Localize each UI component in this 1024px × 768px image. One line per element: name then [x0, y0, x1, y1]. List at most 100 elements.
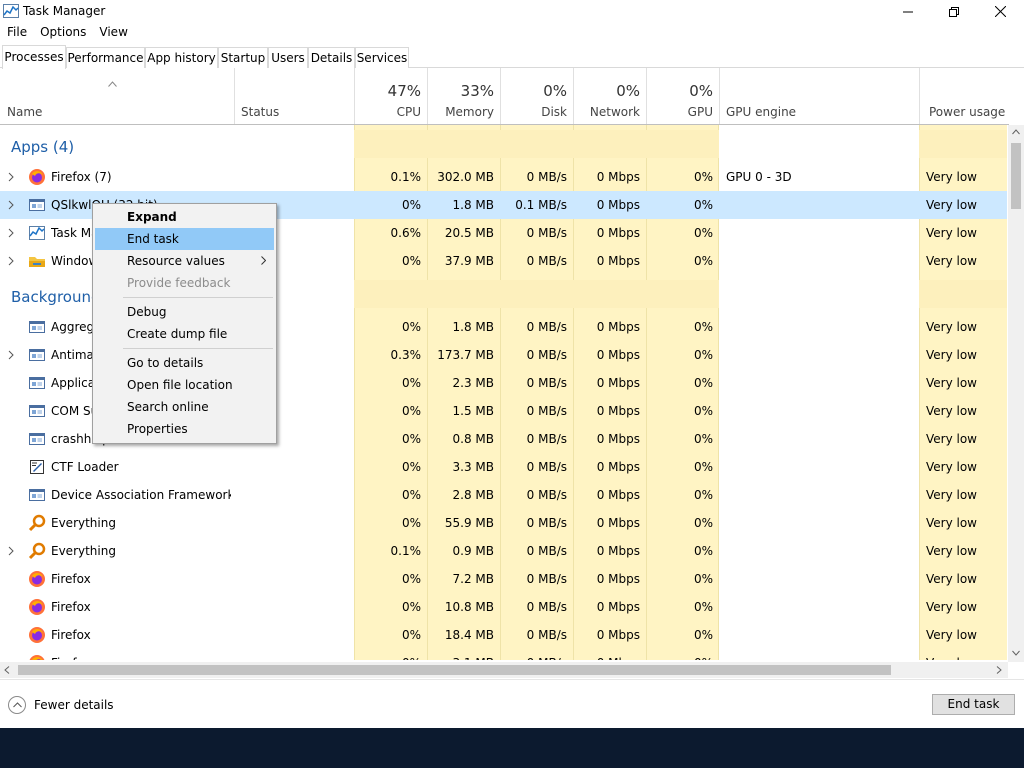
cell-power: Very low — [926, 348, 977, 362]
background-process-row[interactable]: Device Association Framework ... 0% 2.8 MB… — [0, 481, 1007, 509]
minimize-button[interactable] — [885, 0, 931, 23]
tab-startup[interactable]: Startup — [218, 47, 268, 68]
background-process-row[interactable]: Firefox 0% 18.4 MB 0 MB/s 0 Mbps 0% Very low — [0, 621, 1007, 649]
menu-options[interactable]: Options — [33, 23, 92, 43]
cell-cpu: 0.6% — [390, 226, 422, 240]
group-heat-band — [919, 280, 1007, 308]
chevron-right-icon[interactable] — [8, 200, 14, 210]
horizontal-scroll-thumb[interactable] — [18, 665, 891, 675]
vertical-scroll-thumb[interactable] — [1011, 143, 1021, 209]
tab-performance[interactable]: Performance — [66, 47, 145, 68]
cell-mem: 3.1 MB — [427, 649, 500, 660]
cell-gpu: 0% — [693, 516, 713, 530]
scroll-up-icon[interactable] — [1012, 129, 1020, 135]
vertical-scrollbar[interactable] — [1008, 125, 1024, 662]
tab-users[interactable]: Users — [268, 47, 308, 68]
cell-net: 0 Mbps — [596, 226, 640, 240]
scroll-left-icon[interactable] — [4, 666, 10, 674]
chevron-right-icon[interactable] — [8, 256, 14, 266]
chevron-right-icon[interactable] — [8, 350, 14, 360]
cell-cpu: 0% — [401, 320, 421, 334]
chevron-right-icon[interactable] — [8, 546, 14, 556]
background-process-row[interactable]: CTF Loader 0% 3.3 MB 0 MB/s 0 Mbps 0% Very low — [0, 453, 1007, 481]
cell-net: 0 Mbps — [596, 488, 640, 502]
header-network[interactable]: 0% Network — [573, 68, 646, 124]
process-name: Device Association Framework ... — [51, 488, 231, 502]
menu-item-create-dump-file[interactable]: Create dump file — [95, 323, 274, 345]
header-gpu[interactable]: 0% GPU — [646, 68, 719, 124]
header-name[interactable]: Name — [0, 68, 234, 124]
taskbar — [0, 728, 1024, 768]
close-button[interactable] — [977, 0, 1023, 23]
menu-item-go-to-details[interactable]: Go to details — [95, 352, 274, 374]
process-name: Everything — [51, 544, 116, 558]
cell-engine — [726, 191, 916, 219]
tab-details[interactable]: Details — [308, 47, 355, 68]
cell-disk: 0 MB/s — [526, 254, 567, 268]
header-memory[interactable]: 33% Memory — [427, 68, 500, 124]
background-process-row[interactable]: Firefox 0% 10.8 MB 0 MB/s 0 Mbps 0% Very low — [0, 593, 1007, 621]
cell-mem: 1.8 MB — [452, 320, 494, 334]
chevron-right-icon[interactable] — [8, 172, 14, 182]
cell-gpu: 0% — [693, 320, 713, 334]
scroll-down-icon[interactable] — [1012, 650, 1020, 656]
scroll-right-icon[interactable] — [996, 666, 1002, 674]
cell-gpu: 0% — [693, 432, 713, 446]
horizontal-scrollbar[interactable] — [0, 662, 1008, 678]
tab-processes[interactable]: Processes — [2, 45, 66, 69]
fewer-details-toggle[interactable]: Fewer details — [8, 696, 114, 714]
header-gpu-engine[interactable]: GPU engine — [719, 68, 919, 124]
minimize-icon — [903, 11, 913, 12]
cell-disk: 0 MB/s — [526, 544, 567, 558]
window-title: Task Manager — [23, 4, 106, 18]
menu-item-search-online[interactable]: Search online — [95, 396, 274, 418]
footer-bar: Fewer details End task — [0, 679, 1024, 728]
cell-net: 0 Mbps — [596, 572, 640, 586]
cell-disk: 0 MB/s — [526, 460, 567, 474]
cell-disk: 0 MB/s — [526, 226, 567, 240]
process-name: Firefox — [51, 649, 231, 660]
cell-net: 0 Mbps — [596, 544, 640, 558]
app-row[interactable]: Firefox (7) 0.1% 302.0 MB 0 MB/s 0 Mbps 0% GPU… — [0, 163, 1007, 191]
menu-view[interactable]: View — [92, 23, 133, 43]
cell-net: 0 Mbps — [596, 432, 640, 446]
cell-mem: 37.9 MB — [444, 254, 494, 268]
menu-bar: File Options View — [0, 23, 134, 43]
cell-cpu: 0% — [401, 432, 421, 446]
menu-item-label: Create dump file — [127, 327, 228, 341]
menu-item-label: Provide feedback — [127, 276, 231, 290]
tab-strip: Processes Performance App history Startu… — [0, 45, 1024, 69]
background-process-row[interactable]: Firefox0%3.1 MB0 MB/s0 Mbps0%Very low — [0, 649, 1007, 660]
tab-services[interactable]: Services — [355, 47, 409, 68]
menu-item-expand[interactable]: Expand — [95, 206, 274, 228]
tab-app-history[interactable]: App history — [145, 47, 218, 68]
cell-net: 0 Mbps — [596, 198, 640, 212]
end-task-button[interactable]: End task — [932, 694, 1015, 715]
restore-button[interactable] — [931, 0, 977, 23]
background-process-row[interactable]: Firefox 0% 7.2 MB 0 MB/s 0 Mbps 0% Very low — [0, 565, 1007, 593]
menu-item-debug[interactable]: Debug — [95, 301, 274, 323]
cell-disk: 0 MB/s — [526, 348, 567, 362]
menu-file[interactable]: File — [0, 23, 33, 43]
background-process-row[interactable]: Everything 0% 55.9 MB 0 MB/s 0 Mbps 0% Very lo… — [0, 509, 1007, 537]
cell-disk: 0 MB/s — [500, 649, 573, 660]
cell-power: Very low — [926, 649, 1006, 660]
menu-item-end-task[interactable]: End task — [95, 228, 274, 250]
menu-item-resource-values[interactable]: Resource values — [95, 250, 274, 272]
header-cpu[interactable]: 47% CPU — [354, 68, 427, 124]
header-disk[interactable]: 0% Disk — [500, 68, 573, 124]
cell-cpu: 0.1% — [390, 170, 422, 184]
menu-item-open-file-location[interactable]: Open file location — [95, 374, 274, 396]
cell-mem: 302.0 MB — [437, 170, 494, 184]
cell-mem: 20.5 MB — [444, 226, 494, 240]
header-power-usage[interactable]: Power usage — [919, 68, 1009, 124]
chevron-right-icon[interactable] — [8, 228, 14, 238]
process-name: Firefox — [51, 628, 91, 642]
cell-net: 0 Mbps — [596, 516, 640, 530]
menu-item-properties[interactable]: Properties — [95, 418, 274, 440]
cell-cpu: 0% — [401, 254, 421, 268]
menu-item-label: Search online — [127, 400, 209, 414]
cell-net: 0 Mbps — [596, 628, 640, 642]
header-status[interactable]: Status — [234, 68, 354, 124]
background-process-row[interactable]: Everything 0.1% 0.9 MB 0 MB/s 0 Mbps 0% Very l… — [0, 537, 1007, 565]
